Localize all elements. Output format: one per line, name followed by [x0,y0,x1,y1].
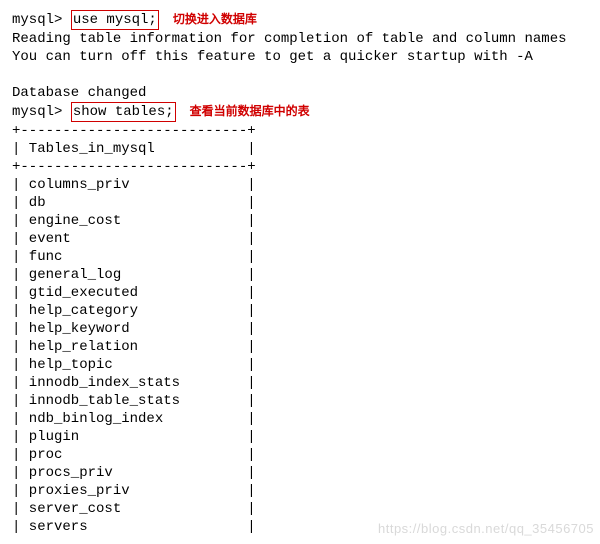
table-row: | help_keyword | [12,320,588,338]
table-row: | innodb_table_stats | [12,392,588,410]
terminal-output: mysql> use mysql; 切换进入数据库 Reading table i… [12,10,588,536]
db-changed-line: Database changed [12,84,588,102]
cmd-line-2: mysql> show tables; 查看当前数据库中的表 [12,102,588,122]
table-row: | func | [12,248,588,266]
table-row: | help_topic | [12,356,588,374]
watermark: https://blog.csdn.net/qq_35456705 [378,520,594,538]
table-row: | server_cost | [12,500,588,518]
table-row: | proxies_priv | [12,482,588,500]
table-row: | innodb_index_stats | [12,374,588,392]
table-row: | plugin | [12,428,588,446]
reading-line-2: You can turn off this feature to get a q… [12,48,588,66]
table-header: | Tables_in_mysql | [12,140,588,158]
table-row: | event | [12,230,588,248]
reading-line-1: Reading table information for completion… [12,30,588,48]
cmd-use-mysql: use mysql; [71,10,159,30]
table-row: | gtid_executed | [12,284,588,302]
table-divider-top: +---------------------------+ [12,122,588,140]
table-divider-mid: +---------------------------+ [12,158,588,176]
table-row: | engine_cost | [12,212,588,230]
prompt: mysql> [12,12,71,28]
annotation-2: 查看当前数据库中的表 [190,104,310,118]
table-row: | ndb_binlog_index | [12,410,588,428]
annotation-1: 切换进入数据库 [173,12,257,26]
cmd-show-tables: show tables; [71,102,176,122]
table-row: | help_relation | [12,338,588,356]
table-row: | help_category | [12,302,588,320]
table-row: | columns_priv | [12,176,588,194]
table-row: | proc | [12,446,588,464]
table-row: | db | [12,194,588,212]
table-row: | procs_priv | [12,464,588,482]
prompt: mysql> [12,104,71,120]
table-row: | general_log | [12,266,588,284]
cmd-line-1: mysql> use mysql; 切换进入数据库 [12,10,588,30]
table-rows-container: | columns_priv || db || engine_cost || e… [12,176,588,536]
blank-line [12,66,588,84]
